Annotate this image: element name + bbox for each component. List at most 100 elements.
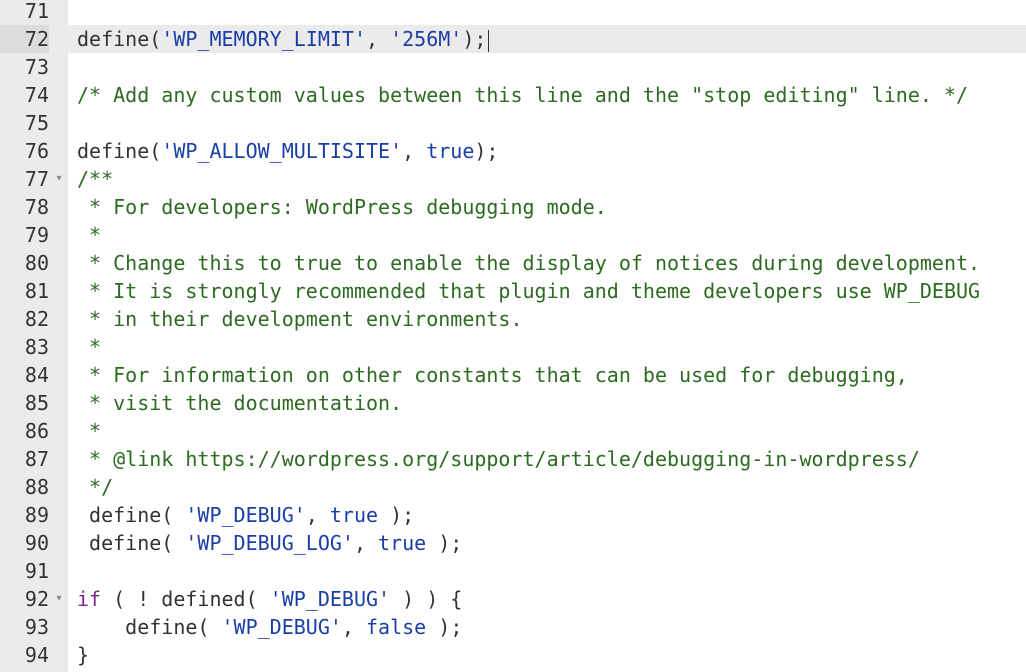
line-number: 83 bbox=[24, 335, 49, 359]
code-token: 'WP_MEMORY_LIMIT' bbox=[161, 27, 366, 51]
code-token: ) ) { bbox=[390, 587, 463, 611]
line-number: 72 bbox=[0, 25, 49, 53]
code-token: * in their development environments. bbox=[77, 307, 523, 331]
line-code[interactable]: * It is strongly recommended that plugin… bbox=[77, 277, 980, 305]
code-token: define( bbox=[77, 139, 162, 163]
line-code[interactable]: define( 'WP_DEBUG_LOG', true ); bbox=[77, 529, 462, 557]
code-token: * visit the documentation. bbox=[77, 391, 403, 415]
code-token: * bbox=[77, 335, 102, 359]
line-code[interactable]: * bbox=[77, 333, 101, 361]
code-token: define( bbox=[77, 27, 162, 51]
line-code[interactable]: * in their development environments. bbox=[77, 305, 523, 333]
code-line[interactable]: 88 */ bbox=[0, 473, 1026, 501]
code-token: */ bbox=[77, 475, 114, 499]
code-token: * Change this to true to enable the disp… bbox=[77, 251, 981, 275]
code-token: true bbox=[329, 503, 379, 527]
line-code[interactable]: define( 'WP_DEBUG', true ); bbox=[77, 501, 414, 529]
code-token: true bbox=[426, 139, 475, 163]
code-line[interactable]: 81 * It is strongly recommended that plu… bbox=[0, 277, 1026, 305]
code-token: if bbox=[77, 587, 102, 611]
text-cursor bbox=[488, 29, 490, 52]
line-code[interactable]: * visit the documentation. bbox=[77, 389, 402, 417]
line-code[interactable]: */ bbox=[77, 473, 113, 501]
code-token: 'WP_DEBUG' bbox=[185, 503, 306, 527]
code-token: , bbox=[366, 27, 391, 51]
line-code[interactable]: define('WP_MEMORY_LIMIT', '256M'); bbox=[77, 25, 490, 53]
code-token: * @link https://wordpress.org/support/ar… bbox=[77, 447, 920, 471]
code-line[interactable]: 82 * in their development environments. bbox=[0, 305, 1026, 333]
code-token: * bbox=[77, 419, 102, 443]
line-code[interactable]: * For information on other constants tha… bbox=[77, 361, 908, 389]
line-number: 78 bbox=[24, 195, 49, 219]
code-token: ); bbox=[462, 27, 487, 51]
line-number: 74 bbox=[24, 83, 49, 107]
line-number: 86 bbox=[24, 419, 49, 443]
code-line[interactable]: 78 * For developers: WordPress debugging… bbox=[0, 193, 1026, 221]
line-number: 84 bbox=[24, 363, 49, 387]
line-code[interactable]: * Change this to true to enable the disp… bbox=[77, 249, 980, 277]
code-token: define( bbox=[77, 503, 186, 527]
code-token: , bbox=[341, 615, 367, 639]
line-number: 82 bbox=[24, 307, 49, 331]
code-editor[interactable]: 71 72 define('WP_MEMORY_LIMIT', '256M'); 73… bbox=[0, 0, 1026, 672]
code-line[interactable]: 91 bbox=[0, 557, 1026, 585]
line-number: 80 bbox=[24, 251, 49, 275]
fold-toggle-icon[interactable]: ▾ bbox=[53, 585, 65, 613]
code-line[interactable]: 76 define('WP_ALLOW_MULTISITE', true); bbox=[0, 137, 1026, 165]
code-token: ); bbox=[378, 503, 415, 527]
code-line[interactable]: 80 * Change this to true to enable the d… bbox=[0, 249, 1026, 277]
code-token: , bbox=[353, 531, 379, 555]
line-number: 73 bbox=[24, 55, 49, 79]
line-code[interactable]: define('WP_ALLOW_MULTISITE', true); bbox=[77, 137, 498, 165]
line-number: 94 bbox=[24, 643, 49, 667]
code-line[interactable]: 83 * bbox=[0, 333, 1026, 361]
line-number: 92 bbox=[24, 587, 49, 611]
line-code[interactable]: * For developers: WordPress debugging mo… bbox=[77, 193, 607, 221]
code-token: 'WP_ALLOW_MULTISITE' bbox=[161, 139, 403, 163]
code-line[interactable]: 79 * bbox=[0, 221, 1026, 249]
code-line[interactable]: 84 * For information on other constants … bbox=[0, 361, 1026, 389]
code-line[interactable]: 92 ▾ if ( ! defined( 'WP_DEBUG' ) ) { bbox=[0, 585, 1026, 613]
code-line[interactable]: 86 * bbox=[0, 417, 1026, 445]
code-token: ); bbox=[426, 615, 463, 639]
line-code[interactable]: /** bbox=[77, 165, 113, 193]
line-number: 87 bbox=[24, 447, 49, 471]
code-line[interactable]: 71 bbox=[0, 0, 1026, 25]
code-token: false bbox=[366, 615, 427, 639]
code-line[interactable]: 77 ▾ /** bbox=[0, 165, 1026, 193]
code-lines[interactable]: 71 72 define('WP_MEMORY_LIMIT', '256M'); 73… bbox=[0, 0, 1026, 669]
code-token: * For information on other constants tha… bbox=[77, 363, 908, 387]
code-token: '256M' bbox=[390, 27, 463, 51]
code-token: define( bbox=[77, 531, 186, 555]
code-token: define( bbox=[77, 615, 222, 639]
line-code[interactable]: } bbox=[77, 641, 89, 669]
line-code[interactable]: * @link https://wordpress.org/support/ar… bbox=[77, 445, 920, 473]
fold-toggle-icon[interactable]: ▾ bbox=[53, 165, 65, 193]
line-number: 75 bbox=[24, 111, 49, 135]
line-number: 93 bbox=[24, 615, 49, 639]
code-line[interactable]: 94} bbox=[0, 641, 1026, 669]
line-number: 88 bbox=[24, 475, 49, 499]
code-line[interactable]: 73 bbox=[0, 53, 1026, 81]
code-token: ); bbox=[426, 531, 463, 555]
code-token: } bbox=[77, 643, 90, 667]
code-token: * For developers: WordPress debugging mo… bbox=[77, 195, 607, 219]
code-line[interactable]: 89 define( 'WP_DEBUG', true ); bbox=[0, 501, 1026, 529]
line-code[interactable]: define( 'WP_DEBUG', false ); bbox=[77, 613, 462, 641]
code-line[interactable]: 93 define( 'WP_DEBUG', false ); bbox=[0, 613, 1026, 641]
line-number: 85 bbox=[24, 391, 49, 415]
code-line[interactable]: 87 * @link https://wordpress.org/support… bbox=[0, 445, 1026, 473]
code-token: ); bbox=[474, 139, 499, 163]
line-number: 91 bbox=[24, 559, 49, 583]
code-token: * It is strongly recommended that plugin… bbox=[77, 279, 981, 303]
code-line[interactable]: 74 /* Add any custom values between this … bbox=[0, 81, 1026, 109]
line-code[interactable]: if ( ! defined( 'WP_DEBUG' ) ) { bbox=[77, 585, 462, 613]
code-line[interactable]: 90 define( 'WP_DEBUG_LOG', true ); bbox=[0, 529, 1026, 557]
code-token: 'WP_DEBUG' bbox=[221, 615, 342, 639]
line-code[interactable]: /* Add any custom values between this li… bbox=[77, 81, 968, 109]
code-line[interactable]: 75 bbox=[0, 109, 1026, 137]
code-line[interactable]: 85 * visit the documentation. bbox=[0, 389, 1026, 417]
line-code[interactable]: * bbox=[77, 221, 101, 249]
line-code[interactable]: * bbox=[77, 417, 101, 445]
code-line[interactable]: 72 define('WP_MEMORY_LIMIT', '256M'); bbox=[0, 25, 1026, 53]
